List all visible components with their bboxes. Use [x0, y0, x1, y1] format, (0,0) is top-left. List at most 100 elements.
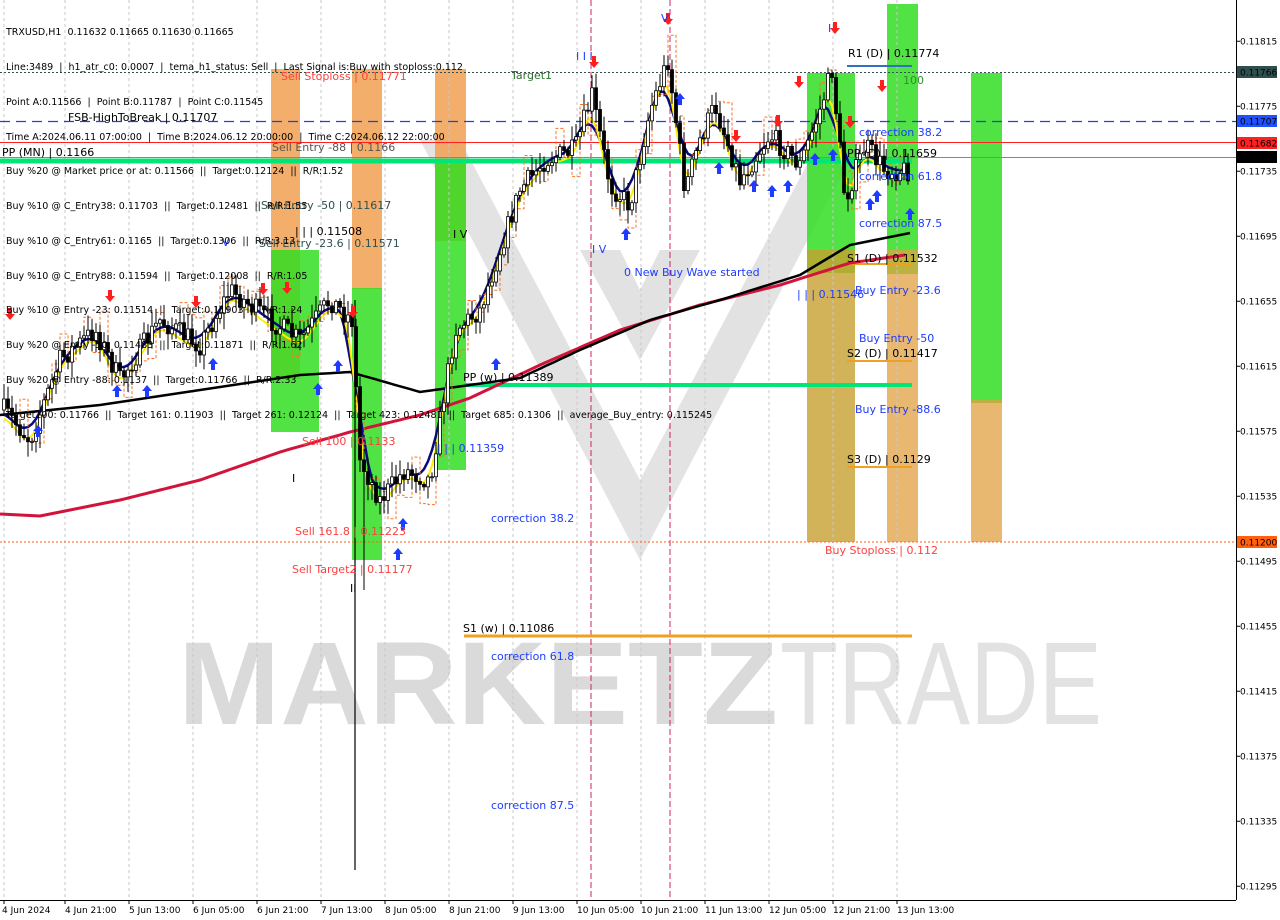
candle-body — [426, 476, 430, 488]
candle-body — [850, 190, 854, 200]
r1-label: R1 (D) | 0.11774 — [848, 47, 939, 60]
price-tick-label: 0.11575 — [1240, 427, 1277, 437]
candle-body — [842, 141, 846, 194]
candle-body — [834, 77, 838, 115]
candle-body — [722, 127, 726, 136]
info-line: Line:3489 | h1_atr_c0: 0.0007 | tema_h1_… — [6, 61, 463, 73]
time-tick-label: 8 Jun 21:00 — [449, 906, 501, 916]
price-tick-label: 0.11375 — [1240, 752, 1277, 762]
s2d-label: S2 (D) | 0.11417 — [847, 347, 938, 360]
buy-entry-50-label: Buy Entry -50 — [859, 332, 934, 345]
time-tick-label: 12 Jun 05:00 — [769, 906, 826, 916]
candle-body — [422, 483, 426, 488]
candle-body — [734, 163, 738, 168]
candle-body — [378, 496, 382, 503]
buy-zone — [971, 73, 1002, 403]
buy-arrow-icon — [393, 548, 403, 560]
price-tick-label: 0.11775 — [1240, 102, 1277, 112]
s3d-label: S3 (D) | 0.1129 — [847, 453, 931, 466]
buy-arrow-icon — [783, 180, 793, 192]
wave-label: I — [292, 472, 295, 485]
candle-body — [818, 108, 822, 125]
sell-arrow-icon — [877, 80, 887, 92]
candle-body — [714, 104, 718, 114]
price-tick-label: 0.11695 — [1240, 232, 1277, 242]
correction-87-label: correction 87.5 — [859, 217, 942, 230]
price-tick-label: 0.11535 — [1240, 492, 1277, 502]
time-tick-label: 13 Jun 13:00 — [897, 906, 954, 916]
candle-body — [418, 481, 422, 485]
candle-body — [730, 145, 734, 168]
candle-body — [822, 99, 826, 110]
candle-body — [390, 476, 394, 485]
price-tag-label: 0.11665 — [1240, 154, 1277, 164]
level-100-label: 100 — [903, 74, 924, 87]
candle-body — [398, 474, 402, 485]
price-tick-label: 0.11735 — [1240, 167, 1277, 177]
time-tick-label: 10 Jun 21:00 — [641, 906, 698, 916]
price-tick-label: 0.11495 — [1240, 557, 1277, 567]
candle-body — [402, 474, 406, 480]
buy-entry-88-label: Buy Entry -88.6 — [855, 403, 941, 416]
buy-arrow-icon — [749, 180, 759, 192]
candle-body — [26, 437, 30, 443]
candle-body — [754, 160, 758, 173]
info-line: Buy %10 @ C_Entry38: 0.11703 || Target:0… — [6, 201, 308, 213]
price-tag-label: 0.11200 — [1240, 539, 1277, 549]
info-line: Buy %20 @ Entry -50: 0.11483 || Target:0… — [6, 340, 303, 352]
candle-body — [854, 159, 858, 192]
sell-100-label: Sell 100 | 0.1133 — [302, 435, 396, 448]
sell-target2-label: Sell Target2 | 0.11177 — [292, 563, 413, 576]
buy-arrow-icon — [714, 162, 724, 174]
price-tick-label: 0.11455 — [1240, 622, 1277, 632]
candle-body — [838, 113, 842, 143]
candle-body — [870, 139, 874, 146]
price-tag-label: 0.11707 — [1240, 118, 1277, 128]
candle-body — [370, 482, 374, 485]
candle-body — [366, 471, 370, 485]
time-tick-label: 9 Jun 13:00 — [513, 906, 565, 916]
sell-arrow-icon — [830, 22, 840, 34]
time-tick-label: 7 Jun 13:00 — [321, 906, 373, 916]
candle-body — [414, 474, 418, 482]
time-tick-label: 11 Jun 13:00 — [705, 906, 762, 916]
candle-body — [846, 192, 850, 200]
info-line: Point A:0.11566 | Point B:0.11787 | Poin… — [6, 96, 264, 108]
candle-body — [374, 482, 378, 503]
price-tick-label: 0.11815 — [1240, 37, 1277, 47]
candle-body — [738, 163, 742, 186]
price-tick-label: 0.11655 — [1240, 297, 1277, 307]
info-line: Buy %10 @ C_Entry61: 0.1165 || Target:0.… — [6, 235, 296, 247]
correction-38-label: correction 38.2 — [491, 512, 574, 525]
wave-label: II — [350, 582, 357, 595]
candle-body — [746, 174, 750, 177]
wave-label: I — [828, 22, 831, 35]
candle-body — [742, 174, 746, 186]
time-tick-label: 10 Jun 05:00 — [577, 906, 634, 916]
time-tick-label: 6 Jun 21:00 — [257, 906, 309, 916]
candle-body — [22, 435, 26, 439]
time-tick-label: 5 Jun 13:00 — [129, 906, 181, 916]
info-line: Buy %20 @ Market price or at: 0.11566 ||… — [6, 166, 344, 178]
info-line: Buy %10 @ C_Entry88: 0.11594 || Target:0… — [6, 270, 308, 282]
buy-stoploss-label: Buy Stoploss | 0.112 — [825, 544, 938, 557]
buy-zone — [971, 400, 1002, 542]
info-line: Buy %10 @ Entry -23: 0.11514 || Target:0… — [6, 305, 303, 317]
price-tick-label: 0.11615 — [1240, 362, 1277, 372]
candle-body — [718, 113, 722, 129]
correction-61-label: correction 61.8 — [491, 650, 574, 663]
candle-body — [762, 148, 766, 155]
price-tag-label: 0.11682 — [1240, 140, 1277, 150]
candle-body — [726, 134, 730, 147]
candle-body — [794, 155, 798, 168]
candle-body — [810, 131, 814, 141]
candle-body — [830, 73, 834, 78]
info-line: Buy %20 @ Entry -88: 0.1137 || Target:0.… — [6, 375, 297, 386]
candle-body — [790, 145, 794, 156]
sell-arrow-icon — [773, 115, 783, 127]
candle-body — [798, 160, 802, 168]
wave-count-label: | | | 0.11359 — [437, 442, 504, 455]
candle-body — [814, 123, 818, 133]
candle-body — [758, 153, 762, 162]
sell-arrow-icon — [794, 76, 804, 88]
